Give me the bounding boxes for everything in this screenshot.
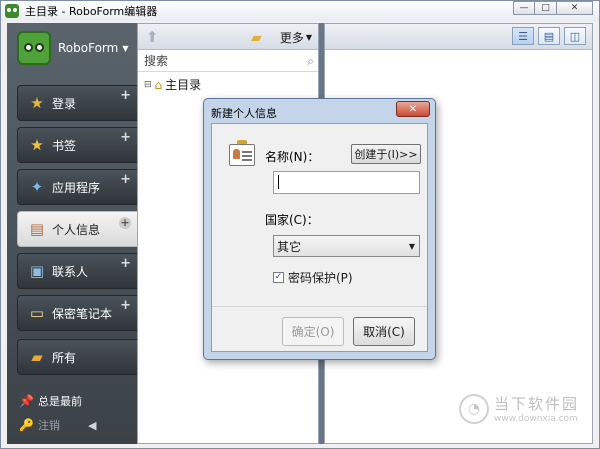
split-view-icon[interactable]: ◫: [564, 27, 586, 45]
pin-icon: 📌: [19, 394, 34, 408]
tree-toolbar: ⬆ ▰ 更多 ▼: [138, 24, 318, 50]
always-on-top-label: 总是最前: [37, 395, 82, 408]
sidebar-item-label: 登录: [52, 96, 77, 111]
more-label: 更多: [279, 31, 304, 45]
dialog-title: 新建个人信息: [211, 107, 277, 120]
tree-root-label: 主目录: [165, 78, 202, 92]
watermark-logo-icon: ◔: [459, 393, 489, 424]
add-identity-icon[interactable]: +: [119, 217, 131, 229]
sidebar-item-identities[interactable]: ▤ 个人信息 +: [17, 211, 137, 247]
ok-button[interactable]: 确定(O): [282, 317, 344, 346]
title-bar: 主目录 - RoboForm编辑器 — □ ✕: [1, 1, 599, 21]
logout-label: 注销: [37, 419, 60, 432]
watermark: ◔ 当下软件园 www.downxia.com: [459, 393, 579, 424]
country-selected-value: 其它: [277, 239, 302, 254]
window-controls: — □ ✕: [513, 1, 593, 15]
sidebar-item-applications[interactable]: ✦ 应用程序 +: [17, 169, 137, 205]
identity-card-icon: [229, 144, 255, 166]
view-toolbar: ☰ ▤ ◫: [325, 24, 592, 50]
sidebar-item-label: 应用程序: [52, 180, 101, 195]
password-protect-label: 密码保护(P): [288, 271, 353, 285]
brand-name: RoboForm: [58, 41, 119, 55]
sidebar-item-label: 个人信息: [52, 222, 101, 237]
sidebar: RoboForm ▼ ★ 登录 + ★ 书签 + ✦ 应用程序 + ▤ 个人信息…: [7, 23, 137, 444]
close-button[interactable]: ✕: [557, 1, 593, 15]
sidebar-item-label: 联系人: [52, 264, 89, 279]
all-folder-icon: ▰: [31, 348, 43, 366]
create-in-button[interactable]: 创建于(I)>>: [351, 144, 421, 164]
roboform-app-icon: [5, 4, 19, 18]
collapse-toggle-icon[interactable]: ⊟: [144, 80, 152, 90]
search-bar: ⌕: [138, 50, 318, 72]
watermark-url: www.downxia.com: [494, 414, 578, 424]
logout-button[interactable]: 🔑 注销 ◀: [19, 417, 96, 433]
new-identity-dialog: 新建个人信息 ✕ 名称(N)： 创建于(I)>> 国家(C)： 其它 ▼ ✓ 密…: [203, 98, 436, 360]
login-icon: ★: [30, 94, 44, 112]
view-switcher: ☰ ▤ ◫: [512, 27, 586, 45]
application-icon: ✦: [30, 178, 44, 196]
dialog-body: 名称(N)： 创建于(I)>> 国家(C)： 其它 ▼ ✓ 密码保护(P) 确定…: [211, 123, 428, 352]
details-view-icon[interactable]: ☰: [512, 27, 534, 45]
chevron-down-icon: ▼: [305, 33, 312, 42]
identity-card-icon: ▤: [29, 220, 45, 238]
add-application-icon[interactable]: +: [120, 172, 131, 187]
country-label: 国家(C)：: [265, 213, 319, 227]
sidebar-item-label: 所有: [52, 350, 77, 365]
roboform-logo-icon: [17, 31, 51, 65]
bookmark-star-icon: ★: [30, 136, 44, 154]
add-login-icon[interactable]: +: [120, 88, 131, 103]
name-label: 名称(N)：: [265, 150, 320, 164]
more-menu-button[interactable]: ▰ 更多 ▼: [251, 29, 312, 46]
sidebar-item-bookmarks[interactable]: ★ 书签 +: [17, 127, 137, 163]
search-input[interactable]: [144, 53, 294, 68]
safenote-icon: ▭: [29, 304, 45, 322]
tree-root-node[interactable]: ⊟ ⌂ 主目录: [138, 72, 318, 93]
password-protect-option[interactable]: ✓ 密码保护(P): [273, 269, 353, 286]
always-on-top-toggle[interactable]: 📌 总是最前: [19, 393, 82, 409]
back-arrow-icon[interactable]: ◀: [88, 419, 96, 432]
contacts-icon: ▣: [29, 262, 45, 280]
sidebar-item-label: 保密笔记本: [52, 306, 113, 321]
sidebar-item-label: 书签: [52, 138, 77, 153]
sidebar-item-all[interactable]: ▰ 所有: [17, 339, 137, 375]
password-protect-checkbox[interactable]: ✓: [273, 272, 284, 283]
name-field[interactable]: [273, 171, 420, 194]
sidebar-item-logins[interactable]: ★ 登录 +: [17, 85, 137, 121]
window-title: 主目录 - RoboForm编辑器: [25, 5, 158, 18]
add-contact-icon[interactable]: +: [120, 256, 131, 271]
text-cursor: [278, 175, 279, 189]
sidebar-item-safenotes[interactable]: ▭ 保密笔记本 +: [17, 295, 137, 331]
watermark-text: 当下软件园: [494, 395, 580, 413]
chevron-down-icon: ▼: [122, 43, 129, 53]
home-icon: ⌂: [154, 77, 163, 92]
minimize-button[interactable]: —: [513, 1, 535, 15]
key-icon: 🔑: [19, 418, 34, 432]
up-folder-icon[interactable]: ⬆: [146, 28, 159, 46]
cancel-button[interactable]: 取消(C): [353, 317, 415, 346]
maximize-button[interactable]: □: [535, 1, 557, 15]
country-select[interactable]: 其它 ▼: [273, 235, 420, 257]
add-safenote-icon[interactable]: +: [120, 298, 131, 313]
brand-menu[interactable]: RoboForm ▼: [17, 31, 128, 65]
search-icon[interactable]: ⌕: [307, 54, 314, 69]
chevron-down-icon: ▼: [408, 242, 415, 251]
new-folder-icon[interactable]: ▰: [251, 30, 262, 46]
list-view-icon[interactable]: ▤: [538, 27, 560, 45]
sidebar-item-contacts[interactable]: ▣ 联系人 +: [17, 253, 137, 289]
dialog-close-button[interactable]: ✕: [396, 101, 430, 117]
dialog-divider: [212, 306, 427, 307]
add-bookmark-icon[interactable]: +: [120, 130, 131, 145]
